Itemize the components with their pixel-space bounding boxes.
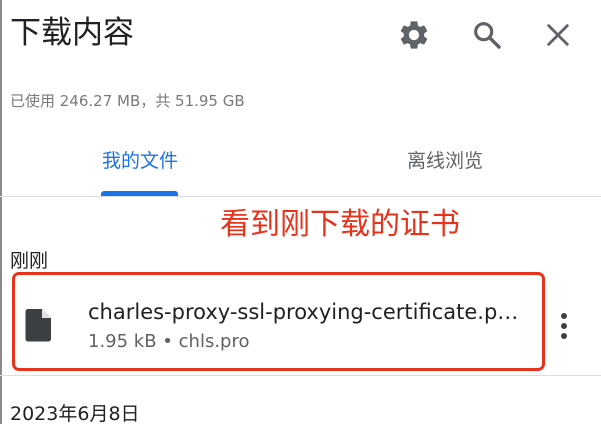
- section-divider: [0, 375, 601, 376]
- page-title: 下载内容: [10, 15, 134, 51]
- file-name: charles-proxy-ssl-proxying-certificate.p…: [88, 300, 526, 324]
- tab-label: 我的文件: [101, 150, 178, 172]
- storage-usage: 已使用 246.27 MB，共 51.95 GB: [10, 92, 245, 110]
- tab-divider: [0, 196, 601, 197]
- tab-my-files[interactable]: 我的文件: [40, 140, 240, 196]
- close-icon: [547, 24, 569, 46]
- annotation-text: 看到刚下载的证书: [220, 207, 460, 242]
- search-button[interactable]: [464, 12, 510, 58]
- more-options-button[interactable]: [546, 304, 582, 348]
- download-item[interactable]: charles-proxy-ssl-proxying-certificate.p…: [0, 284, 601, 368]
- search-icon: [474, 22, 501, 49]
- close-button[interactable]: [535, 12, 581, 58]
- downloads-screen: 下载内容 已使用 246.27 MB，共 51.95 GB 我的文件 离线浏览 …: [0, 0, 601, 424]
- tab-label: 离线浏览: [406, 150, 483, 172]
- section-header-just-now: 刚刚: [10, 250, 49, 272]
- tab-offline-pages[interactable]: 离线浏览: [345, 140, 545, 196]
- settings-button[interactable]: [391, 12, 437, 58]
- file-meta: 1.95 kB • chls.pro: [88, 331, 250, 352]
- more-vert-icon: [561, 313, 567, 339]
- section-header-date: 2023年6月8日: [10, 403, 140, 424]
- file-icon: [25, 309, 51, 342]
- gear-icon: [400, 21, 428, 49]
